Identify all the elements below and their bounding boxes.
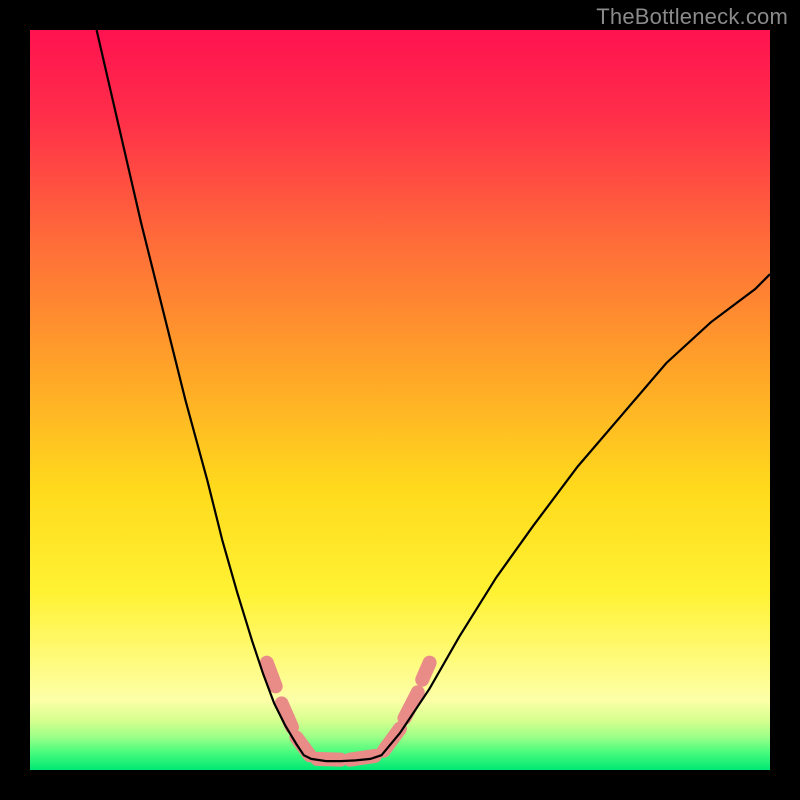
dash-segment xyxy=(267,663,276,687)
watermark-text: TheBottleneck.com xyxy=(596,4,788,30)
dash-segment xyxy=(422,663,429,680)
dash-segment xyxy=(384,729,400,751)
plot-area xyxy=(30,30,770,770)
bottleneck-curve xyxy=(97,30,770,761)
dash-segment xyxy=(404,692,417,718)
chart-frame: TheBottleneck.com xyxy=(0,0,800,800)
curve-layer xyxy=(30,30,770,770)
